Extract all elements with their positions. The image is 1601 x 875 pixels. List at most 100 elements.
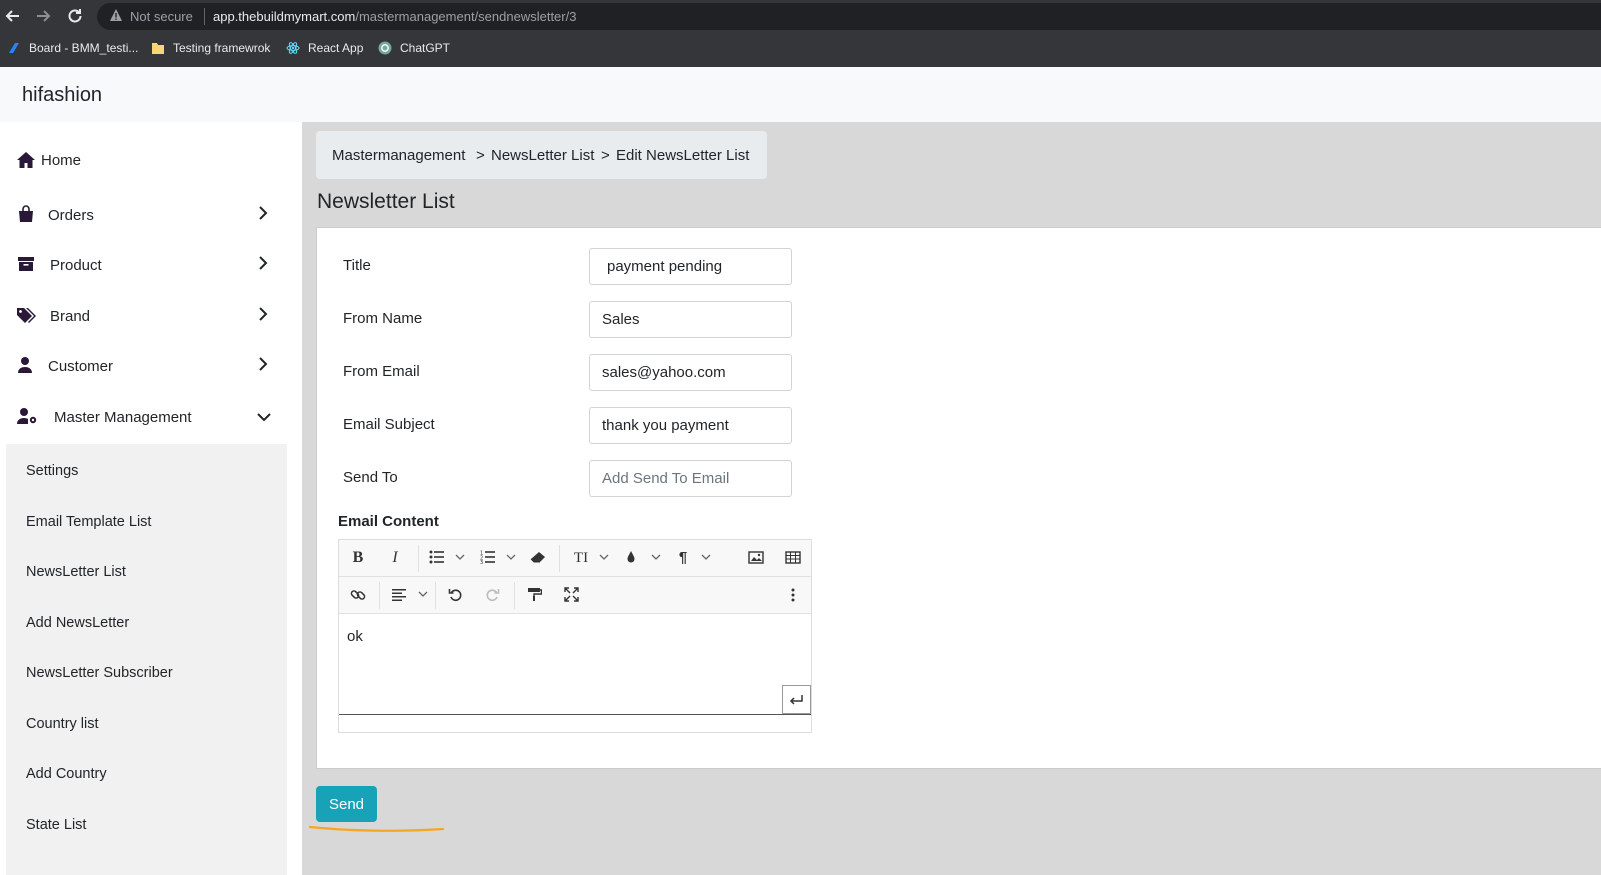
sidebar-item-label: Master Management [54, 409, 192, 426]
fullscreen-icon[interactable] [564, 587, 579, 602]
toolbar-divider [514, 582, 515, 609]
editor-content-text: ok [347, 628, 363, 645]
bold-button[interactable]: B [349, 547, 367, 569]
from-email-input[interactable] [589, 354, 792, 391]
react-icon [286, 42, 300, 54]
app-navbar: hifashion [0, 67, 1601, 122]
chevron-down-icon[interactable] [701, 553, 711, 561]
numbered-list-icon[interactable]: 123 [480, 550, 496, 564]
sidebar-item-product[interactable]: Product [0, 245, 290, 285]
submenu-item-add-country[interactable]: Add Country [6, 756, 287, 792]
title-input[interactable] [589, 248, 792, 285]
breadcrumb-item-mastermanagement[interactable]: Mastermanagement [332, 147, 465, 164]
page-title: Newsletter List [317, 190, 455, 213]
chevron-right-icon [259, 256, 268, 270]
reload-icon[interactable] [65, 6, 85, 26]
from-name-input[interactable] [589, 301, 792, 338]
svg-text:3: 3 [480, 560, 483, 564]
sidebar: Home Orders Product Brand Customer Maste… [0, 122, 302, 875]
submenu-item-newsletter-subscriber[interactable]: NewsLetter Subscriber [6, 655, 287, 691]
chevron-down-icon[interactable] [651, 553, 661, 561]
bookmark-react-app[interactable]: React App [286, 41, 363, 59]
enter-return-icon [789, 695, 803, 705]
breadcrumb-item-newsletter-list[interactable]: NewsLetter List [491, 147, 594, 164]
format-painter-icon[interactable] [527, 587, 542, 602]
forward-arrow-icon[interactable] [33, 6, 53, 26]
bookmark-board[interactable]: Board - BMM_testi... [7, 41, 138, 59]
align-left-icon[interactable] [392, 588, 408, 601]
bookmark-testing-framework[interactable]: Testing framewrok [151, 41, 270, 59]
folder-icon [152, 43, 164, 54]
browser-toolbar: Not secure app.thebuildmymart.com/master… [0, 0, 1601, 33]
warning-icon [110, 9, 122, 21]
send-button[interactable]: Send [316, 786, 377, 822]
redo-icon[interactable] [485, 587, 500, 602]
submenu-item-state-list[interactable]: State List [6, 807, 287, 843]
bookmarks-bar: Board - BMM_testi... Testing framewrok R… [0, 33, 1601, 67]
sidebar-item-label: Product [50, 257, 102, 274]
undo-icon[interactable] [448, 587, 463, 602]
title-label: Title [343, 257, 371, 274]
enter-key-button[interactable] [782, 685, 811, 714]
back-arrow-icon[interactable] [3, 6, 23, 26]
eraser-icon[interactable] [530, 551, 546, 563]
send-to-input[interactable] [589, 460, 792, 497]
toolbar-divider [418, 545, 419, 572]
sidebar-item-customer[interactable]: Customer [0, 346, 290, 386]
newsletter-form-card: Title From Name From Email Email Subject… [316, 227, 1601, 769]
from-email-label: From Email [343, 363, 420, 380]
bookmark-chatgpt[interactable]: ChatGPT [378, 41, 450, 59]
bookmark-label: Board - BMM_testi... [29, 41, 139, 55]
brand-logo-text[interactable]: hifashion [22, 84, 102, 107]
chevron-right-icon [259, 206, 268, 220]
submenu-item-settings[interactable]: Settings [6, 453, 287, 489]
sidebar-item-master-management[interactable]: Master Management [0, 397, 290, 437]
url-host: app.thebuildmymart.com [213, 9, 356, 24]
chevron-down-icon[interactable] [506, 553, 516, 561]
security-status[interactable]: Not secure [130, 9, 193, 24]
main-content: Mastermanagement > NewsLetter List > Edi… [302, 122, 1601, 875]
chevron-right-icon [259, 307, 268, 321]
chevron-down-icon[interactable] [599, 553, 609, 561]
address-bar[interactable]: Not secure app.thebuildmymart.com/master… [97, 3, 1601, 30]
sidebar-item-label: Brand [50, 308, 91, 325]
sidebar-item-home[interactable]: Home [0, 140, 290, 180]
submenu-item-label: NewsLetter List [26, 564, 126, 580]
submenu-item-label: Country list [26, 716, 99, 732]
user-gear-icon [17, 408, 37, 424]
image-icon[interactable] [748, 551, 764, 564]
link-icon[interactable] [350, 587, 366, 603]
chevron-down-icon[interactable] [418, 590, 428, 598]
breadcrumb-separator: > [601, 147, 610, 164]
sidebar-item-label: Orders [48, 207, 94, 224]
editor-content-area[interactable]: ok [339, 615, 811, 715]
archive-box-icon [18, 257, 34, 271]
chevron-down-icon[interactable] [455, 553, 465, 561]
editor-toolbar-row-1: B I 123 TI ¶ [339, 540, 811, 577]
toolbar-divider [435, 582, 436, 609]
bookmark-label: React App [308, 41, 364, 55]
sidebar-item-brand[interactable]: Brand [0, 296, 290, 336]
sidebar-item-orders[interactable]: Orders [0, 195, 290, 235]
rich-text-editor: B I 123 TI ¶ ok [338, 539, 812, 733]
chatgpt-icon [378, 41, 392, 55]
paragraph-button[interactable]: ¶ [676, 547, 690, 569]
text-color-drop-icon[interactable] [626, 550, 636, 564]
email-subject-input[interactable] [589, 407, 792, 444]
submenu-item-country-list[interactable]: Country list [6, 706, 287, 742]
submenu-item-newsletter-list[interactable]: NewsLetter List [6, 554, 287, 590]
chevron-down-icon [257, 413, 271, 422]
submenu-item-add-newsletter[interactable]: Add NewsLetter [6, 605, 287, 641]
more-options-icon[interactable] [791, 588, 795, 602]
toolbar-divider [559, 545, 560, 572]
toolbar-divider [379, 582, 380, 609]
bookmark-label: Testing framewrok [173, 41, 271, 55]
submenu-item-email-template-list[interactable]: Email Template List [6, 504, 287, 540]
url-text[interactable]: app.thebuildmymart.com/mastermanagement/… [213, 9, 576, 24]
submenu-item-label: Add Country [26, 766, 107, 782]
italic-button[interactable]: I [386, 547, 404, 569]
table-icon[interactable] [785, 551, 801, 564]
font-size-button[interactable]: TI [572, 547, 590, 569]
bullet-list-icon[interactable] [429, 550, 445, 564]
url-path: /mastermanagement/sendnewsletter/3 [355, 9, 577, 24]
